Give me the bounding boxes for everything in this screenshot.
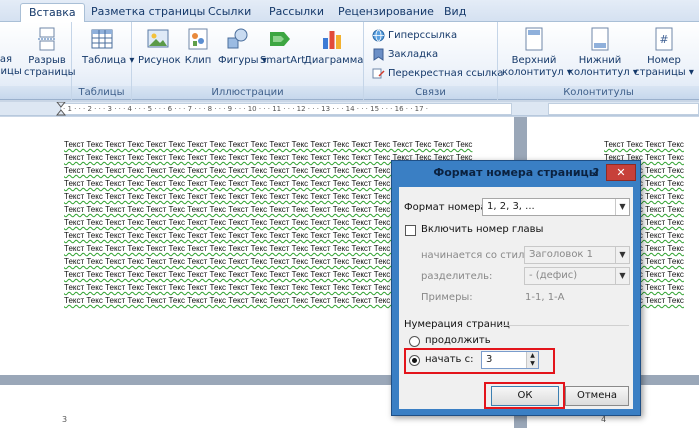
svg-text:#: #: [659, 33, 668, 46]
tab-references[interactable]: Ссылки: [200, 3, 259, 22]
continue-label: продолжить: [425, 335, 491, 346]
globe-link-icon: [372, 29, 385, 41]
page-number-label: 3: [62, 415, 68, 424]
tab-mailings[interactable]: Рассылки: [261, 3, 332, 22]
ribbon-tabs: Вставка Разметка страницы Ссылки Рассылк…: [0, 0, 699, 23]
header-button[interactable]: Верхний колонтитул ▾: [502, 26, 572, 79]
tab-page-layout[interactable]: Разметка страницы: [83, 3, 213, 22]
continue-radio[interactable]: [409, 336, 420, 347]
arrow-down-icon[interactable]: ▼: [527, 360, 538, 368]
help-button[interactable]: ?: [588, 165, 604, 181]
chapter-style-label: начинается со стиля:: [421, 250, 534, 261]
group-label-illustrations: Иллюстрации: [132, 86, 363, 99]
chart-icon: [323, 31, 341, 49]
chevron-down-icon: ▼: [615, 247, 629, 263]
page-break-button[interactable]: Разрыв страницы: [24, 26, 76, 79]
group-pages: таяницы Разрывстраницы: [0, 22, 76, 100]
start-at-stepper[interactable]: 3 ▲ ▼: [481, 351, 539, 369]
examples-label: Примеры:: [421, 292, 473, 303]
include-chapter-checkbox[interactable]: [405, 225, 416, 236]
group-links: Гиперссылка Закладка Перекрестная ссылка…: [364, 22, 503, 100]
arrow-up-icon[interactable]: ▲: [527, 352, 538, 360]
separator-label: разделитель:: [421, 271, 493, 282]
chapter-style-select[interactable]: Заголовок 1 ▼: [524, 246, 630, 264]
ruler-scale: · 1 · · · 2 · · · 3 · · · 4 · · · 5 · · …: [63, 105, 429, 113]
group-illustrations: Рисунок Клип Фигуры ▾ SmartArt Диаграмма…: [132, 22, 364, 100]
dialog-body: Формат номера: 1, 2, 3, ... ▼ Включить н…: [399, 187, 633, 409]
examples-value: 1-1, 1-А: [525, 292, 565, 303]
shapes-icon: [227, 28, 248, 49]
number-format-label: Формат номера:: [404, 202, 490, 213]
text-line: Текст Текс Текст Текс: [604, 140, 684, 149]
cross-reference-button[interactable]: Перекрестная ссылка: [372, 66, 503, 82]
group-label-tables: Таблицы: [72, 86, 131, 99]
smartart-icon: [270, 32, 290, 46]
clipart-icon: [188, 28, 208, 50]
picture-icon: [147, 29, 169, 48]
table-button[interactable]: Таблица ▾: [82, 26, 134, 67]
tab-insert[interactable]: Вставка: [20, 3, 85, 23]
chevron-down-icon: ▼: [615, 199, 629, 215]
number-format-select[interactable]: 1, 2, 3, ... ▼: [482, 198, 630, 216]
bookmark-icon: [373, 48, 384, 61]
bookmark-button[interactable]: Закладка: [372, 47, 438, 63]
hyperlink-button[interactable]: Гиперссылка: [372, 28, 457, 44]
header-icon: [525, 27, 543, 51]
group-label-header-footer: Колонтитулы: [498, 86, 699, 99]
shapes-button[interactable]: Фигуры ▾: [218, 26, 267, 67]
partial-button[interactable]: таяницы: [0, 54, 22, 78]
chart-button[interactable]: Диаграмма: [304, 26, 363, 67]
page-break-icon: [38, 27, 56, 51]
include-chapter-label: Включить номер главы: [421, 224, 544, 235]
clip-button[interactable]: Клип: [184, 26, 212, 67]
group-tables: Таблица ▾ Таблицы: [72, 22, 134, 100]
start-at-label: начать с:: [425, 354, 474, 365]
separator-select[interactable]: - (дефис) ▼: [524, 267, 630, 285]
page-number-format-dialog: Формат номера страницы ? ✕ Формат номера…: [391, 160, 641, 416]
horizontal-ruler[interactable]: · 1 · · · 2 · · · 3 · · · 4 · · · 5 · · …: [0, 102, 699, 116]
footer-button[interactable]: Нижний колонтитул ▾: [568, 26, 638, 79]
group-header-footer: Верхний колонтитул ▾ Нижний колонтитул ▾ #…: [498, 22, 699, 100]
start-at-radio[interactable]: [409, 355, 420, 366]
cross-reference-icon: [372, 68, 385, 78]
tab-view[interactable]: Вид: [436, 3, 474, 22]
ribbon: таяницы Разрывстраницы Таблица ▾ Таблицы…: [0, 22, 699, 100]
picture-button[interactable]: Рисунок: [138, 26, 181, 67]
close-button[interactable]: ✕: [606, 164, 636, 181]
group-label-links: Связи: [364, 86, 497, 99]
cancel-button[interactable]: Отмена: [565, 386, 629, 406]
text-line: Текст Текс Текст Текс Текст Текс Текст Т…: [64, 140, 473, 149]
smartart-button[interactable]: SmartArt: [260, 26, 305, 67]
page-number-icon: #: [655, 27, 673, 51]
table-icon: [91, 29, 113, 49]
page-number-label: 4: [601, 415, 607, 424]
tab-review[interactable]: Рецензирование: [330, 3, 442, 22]
page-number-button[interactable]: # Номер страницы ▾: [634, 26, 694, 79]
indent-marker-icon[interactable]: [56, 102, 66, 116]
ok-button[interactable]: ОК: [491, 386, 559, 406]
chevron-down-icon: ▼: [615, 268, 629, 284]
footer-icon: [591, 27, 609, 51]
page-numbering-label: Нумерация страниц: [404, 319, 510, 330]
